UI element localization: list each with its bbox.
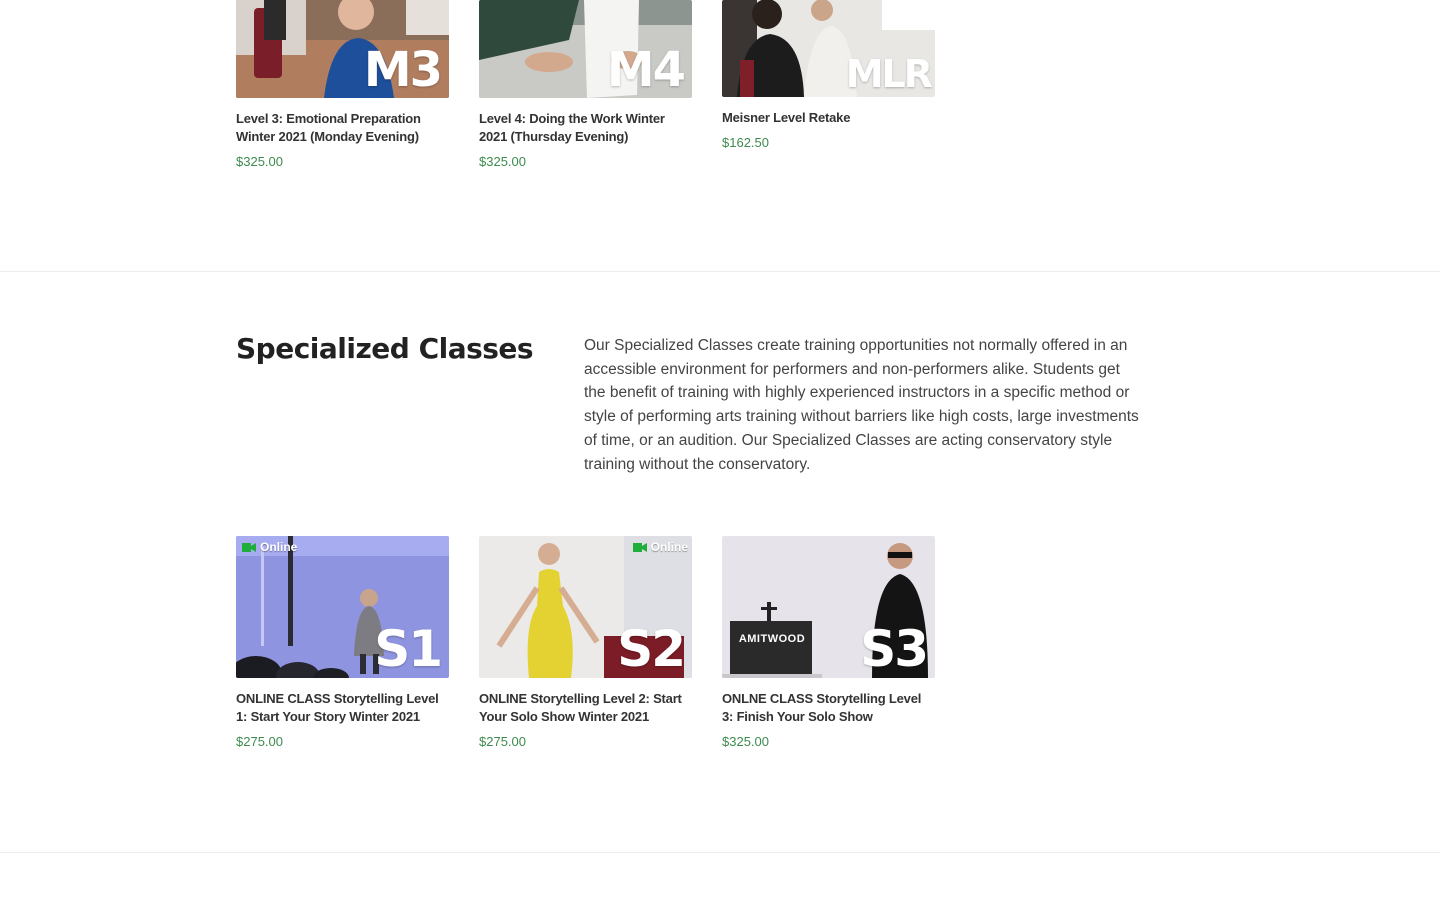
product-card-s2: Online S2 ONLINE Storytelling Level 2: S…	[479, 536, 692, 749]
section-description: Our Specialized Classes create training …	[584, 337, 1139, 473]
product-code-mlr: MLR	[845, 52, 933, 96]
product-card-s3: AMITWOOD S3 ONLNE CLASS Storytelling Lev…	[722, 536, 935, 749]
product-card-m3: M3 Level 3: Emotional Preparation Winter…	[236, 0, 449, 169]
product-title-mlr[interactable]: Meisner Level Retake	[722, 109, 935, 127]
section-divider	[0, 271, 1440, 272]
video-camera-icon	[242, 542, 256, 552]
product-title-m4[interactable]: Level 4: Doing the Work Winter 2021 (Thu…	[479, 110, 692, 146]
product-price-s3: $325.00	[722, 734, 769, 749]
product-code-s1: S1	[374, 620, 443, 678]
product-card-mlr: MLR Meisner Level Retake $162.50	[722, 0, 935, 150]
product-price-s1: $275.00	[236, 734, 283, 749]
product-image-s3[interactable]: AMITWOOD S3	[722, 536, 935, 678]
online-badge-s2: Online	[632, 540, 688, 554]
video-camera-icon	[632, 542, 647, 552]
product-code-s3: S3	[860, 620, 929, 678]
product-price-m4: $325.00	[479, 154, 526, 169]
online-badge-label: Online	[650, 540, 688, 554]
product-title-s2[interactable]: ONLINE Storytelling Level 2: Start Your …	[479, 690, 692, 726]
product-title-m3[interactable]: Level 3: Emotional Preparation Winter 20…	[236, 110, 449, 146]
product-code-m4: M4	[606, 42, 686, 98]
product-title-s3[interactable]: ONLNE CLASS Storytelling Level 3: Finish…	[722, 690, 935, 726]
online-badge-label: Online	[260, 540, 298, 554]
product-card-s1: Online S1 ONLINE CLASS Storytelling Leve…	[236, 536, 449, 749]
product-title-s1[interactable]: ONLINE CLASS Storytelling Level 1: Start…	[236, 690, 449, 726]
section-heading: Specialized Classes	[236, 332, 534, 365]
product-card-m4: M4 Level 4: Doing the Work Winter 2021 (…	[479, 0, 692, 169]
stage-sign: AMITWOOD	[733, 628, 811, 650]
section-divider-bottom	[0, 852, 1440, 853]
online-badge-s1: Online	[242, 540, 297, 554]
product-price-mlr: $162.50	[722, 135, 769, 150]
product-image-s2[interactable]: Online S2	[479, 536, 692, 678]
product-image-mlr[interactable]: MLR	[722, 0, 935, 97]
product-image-m4[interactable]: M4	[479, 0, 692, 98]
product-price-m3: $325.00	[236, 154, 283, 169]
product-price-s2: $275.00	[479, 734, 526, 749]
product-code-m3: M3	[363, 42, 443, 98]
product-image-s1[interactable]: Online S1	[236, 536, 449, 678]
product-code-s2: S2	[617, 620, 686, 678]
product-image-m3[interactable]: M3	[236, 0, 449, 98]
page: M3 Level 3: Emotional Preparation Winter…	[0, 0, 1440, 900]
